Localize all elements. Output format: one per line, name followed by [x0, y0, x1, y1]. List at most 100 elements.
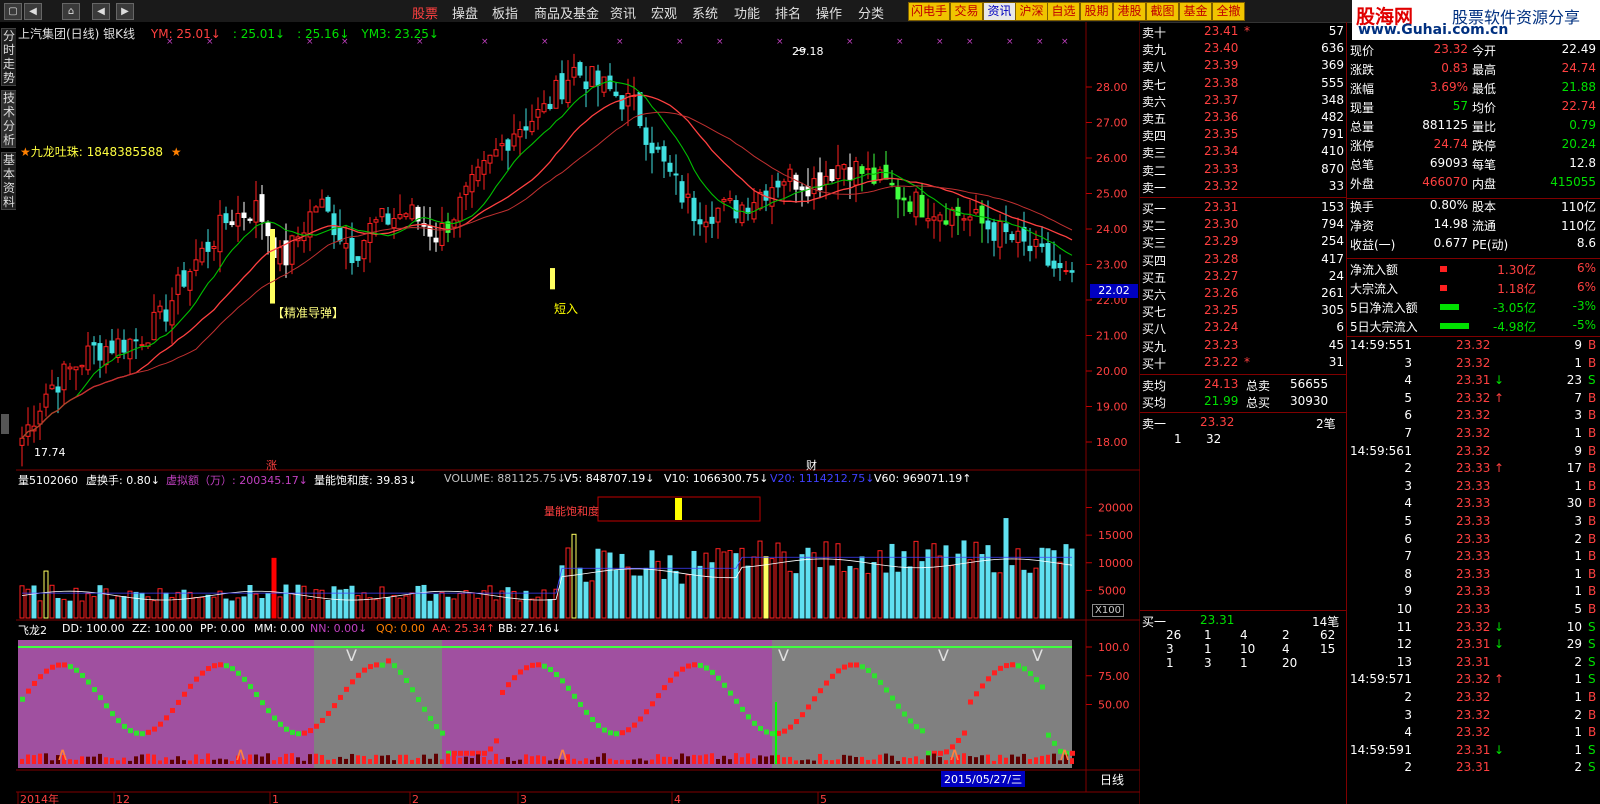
histogram-bar: [788, 756, 792, 764]
stat-label: 今开: [1472, 44, 1497, 58]
tab-intraday[interactable]: 分时走势: [1, 28, 17, 86]
oscillator-point: [422, 706, 427, 712]
window-icon[interactable]: ▢: [4, 3, 22, 20]
menu-item[interactable]: 操作: [816, 3, 842, 22]
menu-item[interactable]: 资讯: [610, 3, 636, 22]
tick-side: S: [1588, 742, 1596, 757]
quick-button[interactable]: 基金: [1179, 2, 1212, 21]
tab-technical[interactable]: 技术分析: [1, 90, 17, 148]
quick-button[interactable]: 全撤: [1212, 2, 1245, 21]
oscillator-point: [296, 731, 301, 737]
oscillator-point: [902, 711, 907, 717]
oscillator-point: [44, 668, 49, 674]
period-label[interactable]: 日线: [1100, 771, 1124, 788]
tick-vol: 2: [1574, 654, 1582, 669]
collapse-handle[interactable]: [1, 414, 9, 434]
oscillator-point: [80, 672, 85, 678]
tick-vol: 2: [1574, 707, 1582, 722]
histogram-bar: [614, 760, 618, 764]
histogram-bar: [824, 759, 828, 764]
oscillator-point: [26, 688, 31, 694]
oscillator-point: [248, 684, 253, 690]
menu-item[interactable]: 功能: [734, 3, 760, 22]
histogram-bar: [638, 758, 642, 764]
back-icon[interactable]: ◀: [24, 3, 42, 20]
nav-right-icon[interactable]: ▶: [116, 3, 134, 20]
quick-button[interactable]: 股期: [1080, 2, 1113, 21]
tick-vol: 3: [1574, 408, 1582, 423]
histogram-bar: [1034, 757, 1038, 764]
candle-body: [373, 219, 379, 223]
oscillator-point: [320, 717, 325, 723]
candle-body: [19, 437, 25, 446]
tick-side: S: [1588, 373, 1596, 388]
stat-value: 0.83: [1441, 61, 1468, 75]
oscillator-point: [332, 703, 337, 709]
orderbook-sell-price: 23.40: [1204, 41, 1239, 56]
nav-left-icon[interactable]: ◀: [92, 3, 110, 20]
candle-body: [607, 75, 613, 90]
quick-button[interactable]: 资讯: [983, 2, 1016, 21]
candle-body: [343, 242, 349, 249]
histogram-bar: [578, 760, 582, 764]
candle-body: [529, 120, 535, 133]
quick-button[interactable]: 交易: [950, 2, 983, 21]
oscillator-point: [866, 667, 871, 673]
histogram-bar: [110, 758, 114, 764]
histogram-bar: [962, 753, 966, 764]
menu-item[interactable]: 排名: [775, 3, 801, 22]
histogram-bar: [584, 758, 588, 764]
candle-body: [709, 216, 715, 224]
home-icon[interactable]: ⌂: [62, 3, 80, 20]
candle-body: [661, 146, 667, 162]
menu-item[interactable]: 板指: [492, 3, 518, 22]
stat-value: 12.8: [1569, 156, 1596, 170]
tick-side: S: [1588, 637, 1596, 652]
quick-button[interactable]: 闪电手: [908, 2, 950, 21]
histogram-bar: [32, 755, 36, 764]
stat-label: 收益(一): [1350, 238, 1396, 252]
menu-item[interactable]: 系统: [692, 3, 718, 22]
stat-label: PE(动): [1472, 238, 1509, 252]
oscillator-point: [362, 667, 367, 673]
tab-fundamentals[interactable]: 基本资料: [1, 152, 17, 210]
histogram-bar: [602, 753, 606, 764]
feilong-axis-tick: 75.00: [1098, 670, 1130, 683]
oscillator-point: [1016, 663, 1021, 669]
histogram-bar: [80, 756, 84, 764]
sell-avg-label: 卖均: [1142, 379, 1167, 393]
oscillator-point: [764, 729, 769, 735]
top-mark: ×: [776, 37, 784, 47]
quick-button[interactable]: 沪深: [1015, 2, 1048, 21]
menu-item[interactable]: 操盘: [452, 3, 478, 22]
price-axis-tick: 26.00: [1096, 152, 1128, 165]
quick-button[interactable]: 自选: [1047, 2, 1080, 21]
histogram-bar: [260, 756, 264, 764]
volume-bar: [649, 550, 655, 619]
volume-bar: [745, 565, 751, 619]
feilong-indicator: QQ: 0.00: [376, 622, 426, 635]
tick-price: 23.33: [1456, 496, 1491, 511]
menu-item[interactable]: 股票: [412, 3, 438, 22]
volume-bar: [979, 554, 985, 619]
quick-button[interactable]: 截图: [1146, 2, 1179, 21]
candle-body: [703, 221, 709, 228]
candle-body: [469, 174, 475, 193]
histogram-bar: [620, 759, 624, 764]
quick-button[interactable]: 港股: [1113, 2, 1146, 21]
menu-item[interactable]: 宏观: [651, 3, 677, 22]
menu-item[interactable]: 分类: [858, 3, 884, 22]
tick-price: 23.32: [1456, 443, 1491, 458]
menu-item[interactable]: 商品及基金: [534, 3, 599, 22]
tick-price: 23.32: [1456, 390, 1491, 405]
histogram-bar: [524, 754, 528, 764]
orderbook-sell-label: 卖四: [1142, 129, 1167, 144]
histogram-bar: [872, 759, 876, 764]
volume-bar: [337, 589, 343, 619]
tick-price: 23.33: [1456, 549, 1491, 564]
volume-bar: [67, 600, 73, 619]
candle-body: [715, 207, 721, 223]
candle-body: [691, 197, 697, 222]
sell1-detail-label: 卖一: [1142, 417, 1167, 431]
oscillator-point: [134, 730, 139, 736]
